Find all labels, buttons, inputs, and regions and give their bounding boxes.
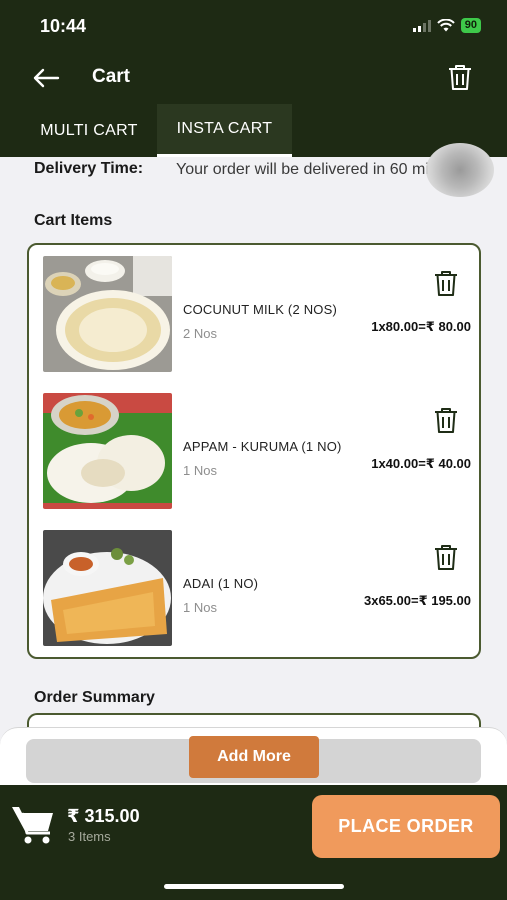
battery-icon: 90 — [460, 18, 481, 33]
item-name: APPAM - KURUMA (1 NO) — [183, 439, 342, 454]
delivery-time-text: Your order will be delivered in 60 mins — [176, 161, 446, 178]
item-price: 1x80.00=₹ 80.00 — [371, 319, 471, 334]
place-order-button[interactable]: PLACE ORDER — [312, 795, 500, 858]
item-price: 1x40.00=₹ 40.00 — [371, 456, 471, 471]
item-quantity: 1 Nos — [183, 463, 217, 478]
status-icons: 90 — [412, 18, 481, 33]
page-title: Cart — [92, 66, 131, 87]
add-more-button[interactable]: Add More — [189, 736, 319, 778]
item-image — [43, 530, 172, 646]
cart-item: COCUNUT MILK (2 NOS) 2 Nos 1x80.00=₹ 80.… — [43, 256, 471, 374]
cart-total: ₹ 315.00 — [67, 806, 140, 826]
item-image — [43, 256, 172, 372]
cart-items-list: COCUNUT MILK (2 NOS) 2 Nos 1x80.00=₹ 80.… — [27, 243, 481, 659]
item-quantity: 1 Nos — [183, 600, 217, 615]
trash-icon — [449, 64, 471, 90]
item-name: COCUNUT MILK (2 NOS) — [183, 302, 337, 317]
remove-item-button[interactable] — [431, 404, 461, 436]
cart-item: ADAI (1 NO) 1 Nos 3x65.00=₹ 195.00 — [43, 530, 471, 648]
trash-icon — [435, 544, 457, 570]
remove-item-button[interactable] — [431, 267, 461, 299]
delivery-time-label: Delivery Time: — [34, 160, 144, 177]
item-name: ADAI (1 NO) — [183, 576, 259, 591]
wifi-icon — [437, 19, 455, 32]
arrow-left-icon — [33, 68, 60, 88]
cart-icon — [12, 807, 53, 844]
cart-items-title: Cart Items — [34, 212, 113, 229]
status-time: 10:44 — [40, 16, 87, 36]
cart-item: APPAM - KURUMA (1 NO) 1 Nos 1x40.00=₹ 40… — [43, 393, 471, 511]
tab-insta-cart[interactable]: INSTA CART — [157, 104, 292, 157]
app-header: 10:44 90 Cart MULTI CART INSTA CART — [0, 0, 507, 157]
home-indicator — [164, 884, 344, 889]
item-price: 3x65.00=₹ 195.00 — [363, 593, 471, 608]
item-image — [43, 393, 172, 509]
back-button[interactable] — [30, 64, 62, 92]
signal-icon — [412, 19, 431, 32]
trash-icon — [435, 270, 457, 296]
order-summary-title: Order Summary — [34, 689, 155, 706]
items-count: 3 Items — [68, 829, 111, 844]
item-quantity: 2 Nos — [183, 326, 217, 341]
scroll-indicator[interactable] — [426, 143, 494, 197]
tab-multi-cart[interactable]: MULTI CART — [23, 104, 155, 157]
remove-item-button[interactable] — [431, 541, 461, 573]
clear-cart-button[interactable] — [445, 62, 475, 92]
trash-icon — [435, 407, 457, 433]
